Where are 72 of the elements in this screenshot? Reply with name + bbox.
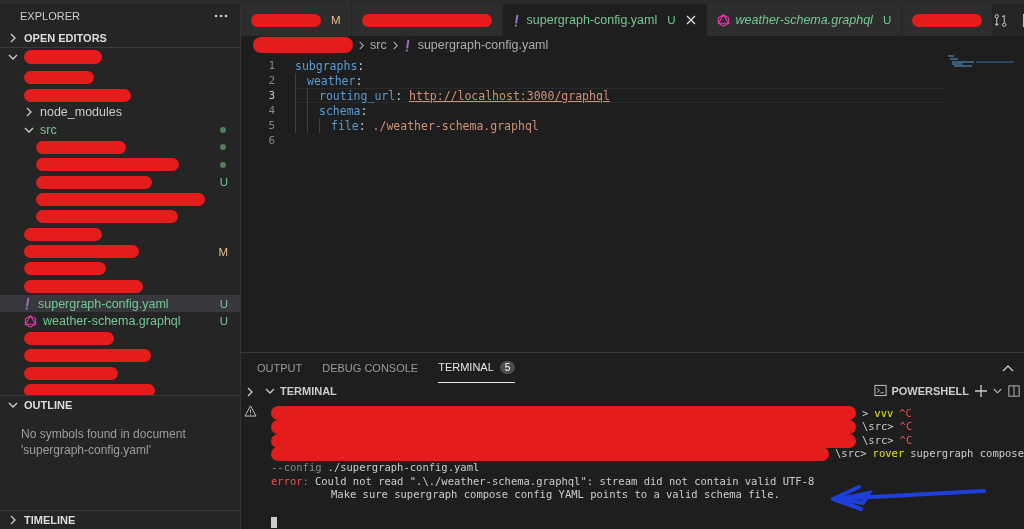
chevron-icon <box>8 32 18 43</box>
line-number: 6 <box>267 134 275 147</box>
panel-tab[interactable]: DEBUG CONSOLE <box>322 352 419 383</box>
terminal-header[interactable]: TERMINAL <box>265 384 337 397</box>
redaction-mark <box>24 71 94 85</box>
editor-tab[interactable] <box>351 4 503 36</box>
chevron-icon[interactable] <box>245 386 255 397</box>
chevron-icon <box>24 107 34 118</box>
tree-item[interactable]: node_modules <box>0 103 240 122</box>
terminal-icon <box>874 384 888 398</box>
section-header[interactable]: TIMELINE <box>0 509 240 529</box>
caret-icon[interactable] <box>993 387 1002 394</box>
code-line: schema: <box>319 103 368 118</box>
terminal-text: rover <box>872 447 905 462</box>
close-icon[interactable] <box>685 15 696 25</box>
line-number: 4 <box>267 104 275 117</box>
exclamation-icon <box>24 297 32 311</box>
tree-item[interactable]: weather-schema.graphql U <box>0 312 240 330</box>
hexagon-icon <box>716 13 730 27</box>
section-header[interactable]: OUTLINE <box>0 394 240 415</box>
code-line: routing_url: http://localhost:3000/graphql <box>319 88 610 103</box>
split-terminal-icon[interactable] <box>1008 384 1020 397</box>
line-number: 1 <box>267 59 275 72</box>
tree-item[interactable]: supergraph-config.yaml U <box>0 295 240 313</box>
chevron-icon <box>8 514 18 525</box>
line-number: 2 <box>267 74 275 87</box>
breadcrumb-item[interactable]: supergraph-config.yaml <box>403 38 549 52</box>
hexagon-icon <box>24 314 37 328</box>
terminal-text: Could not read ".\./weather-schema.graphql": stream did not contain valid UTF-8 <box>314 474 815 489</box>
exclamation-icon <box>512 13 521 27</box>
terminal-text: \src> <box>835 447 867 462</box>
terminal-text: --config <box>271 461 322 475</box>
code-line: file: ./weather-schema.graphql <box>331 118 539 133</box>
terminal-text: ^C <box>899 420 913 434</box>
minimap-drawing <box>946 54 1016 68</box>
line-number: 5 <box>267 119 275 132</box>
code-line: weather: <box>307 73 363 88</box>
chevron-icon <box>357 40 366 50</box>
panel-tab[interactable]: OUTPUT <box>257 352 303 383</box>
terminal-text: ^C <box>899 433 913 448</box>
terminal-text: > <box>862 406 869 421</box>
terminal-text: Make sure supergraph compose config YAML points to a valid schema file. <box>331 488 780 502</box>
terminal-cursor <box>271 516 277 528</box>
exclamation-icon <box>403 38 412 52</box>
breadcrumb-item[interactable]: src <box>370 38 387 52</box>
terminal-text: ./supergraph-config.yaml <box>327 461 480 475</box>
terminal-tab[interactable]: POWERSHELL <box>874 384 969 398</box>
chevron-up-icon[interactable] <box>1002 363 1014 372</box>
sidebar-title: EXPLORER <box>20 10 80 23</box>
section-header[interactable]: OPEN EDITORS <box>0 28 240 47</box>
terminal-text: supergraph compose <box>910 447 1024 462</box>
editor-tab[interactable]: M <box>241 4 352 36</box>
more-icon[interactable] <box>214 14 228 19</box>
panel-tab[interactable]: TERMINAL 5 <box>438 352 516 383</box>
terminal-text: \src> <box>862 420 894 434</box>
compare-changes-icon[interactable] <box>993 12 1009 28</box>
tree-item[interactable]: src <box>0 121 240 139</box>
editor-tab[interactable]: supergraph-config.yaml U <box>502 4 707 36</box>
editor-tab[interactable] <box>902 4 994 36</box>
line-number: 3 <box>267 89 275 102</box>
plus-icon[interactable] <box>975 384 987 397</box>
git-status-label: U <box>219 176 228 189</box>
editor-tab[interactable]: weather-schema.graphql U <box>706 4 903 36</box>
terminal-text: \src> <box>862 433 894 448</box>
terminal-text: error: <box>271 474 309 489</box>
code-line: subgraphs: <box>295 58 365 73</box>
terminal-text: ^C <box>899 406 912 421</box>
warning-icon[interactable] <box>243 404 257 417</box>
git-status-label: M <box>218 245 228 258</box>
chevron-icon <box>390 40 400 50</box>
terminal-text: vvv <box>874 406 894 421</box>
outline-message: No symbols found in document 'supergraph-config.yaml' <box>21 426 187 459</box>
